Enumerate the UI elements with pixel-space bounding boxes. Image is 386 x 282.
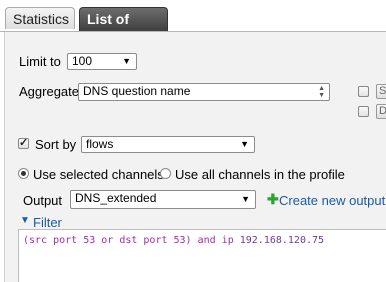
chevron-down-icon: ▼ (122, 56, 131, 66)
create-new-output-link[interactable]: Create new output (279, 193, 385, 208)
output-select[interactable]: DNS_extended ▼ (70, 190, 256, 209)
use-selected-channels-label[interactable]: Use selected channels (33, 167, 164, 182)
limit-label: Limit to (19, 54, 61, 69)
tab-list-of-flows[interactable]: List of flows (79, 7, 168, 49)
filter-expression: (src port 53 or dst port 53) and ip (23, 235, 240, 246)
triangle-down-icon[interactable]: ▼ (20, 215, 30, 226)
output-value: DNS_extended (75, 191, 157, 205)
filter-ip: 192.168.120.75 (239, 235, 325, 246)
flows-panel: Limit to 100 ▼ Aggregate DNS question na… (4, 32, 386, 282)
filter-toggle[interactable]: Filter (33, 215, 62, 230)
aggregate-destination-checkbox[interactable] (358, 106, 369, 117)
aggregate-destination-button[interactable]: D (376, 104, 386, 119)
aggregate-label: Aggregate (19, 84, 79, 99)
aggregate-source-checkbox[interactable] (358, 86, 369, 97)
limit-select[interactable]: 100 ▼ (67, 53, 137, 70)
limit-value: 100 (72, 54, 93, 68)
tab-bar: Statistics List of flows (0, 0, 386, 49)
aggregate-source-button[interactable]: S (376, 84, 386, 99)
aggregate-select[interactable]: DNS question name ▲ ▼ (78, 83, 330, 101)
sort-by-label: Sort by (35, 137, 77, 152)
updown-arrows-icon: ▲ ▼ (318, 85, 325, 99)
use-all-channels-label[interactable]: Use all channels in the profile (175, 167, 345, 182)
sort-by-value: flows (86, 137, 114, 151)
filter-textarea[interactable]: (src port 53 or dst port 53) and ip 192.… (18, 229, 386, 282)
use-selected-channels-radio[interactable] (18, 168, 29, 179)
tab-statistics[interactable]: Statistics (5, 7, 75, 29)
chevron-down-icon: ▼ (240, 139, 249, 149)
use-all-channels-radio[interactable] (160, 168, 171, 179)
sort-by-select[interactable]: flows ▼ (81, 136, 255, 153)
output-label: Output (23, 193, 63, 208)
sort-by-checkbox[interactable] (18, 136, 29, 149)
aggregate-value: DNS question name (83, 84, 191, 98)
plus-icon[interactable]: ✚ (267, 191, 279, 208)
chevron-down-icon: ▼ (241, 194, 250, 204)
